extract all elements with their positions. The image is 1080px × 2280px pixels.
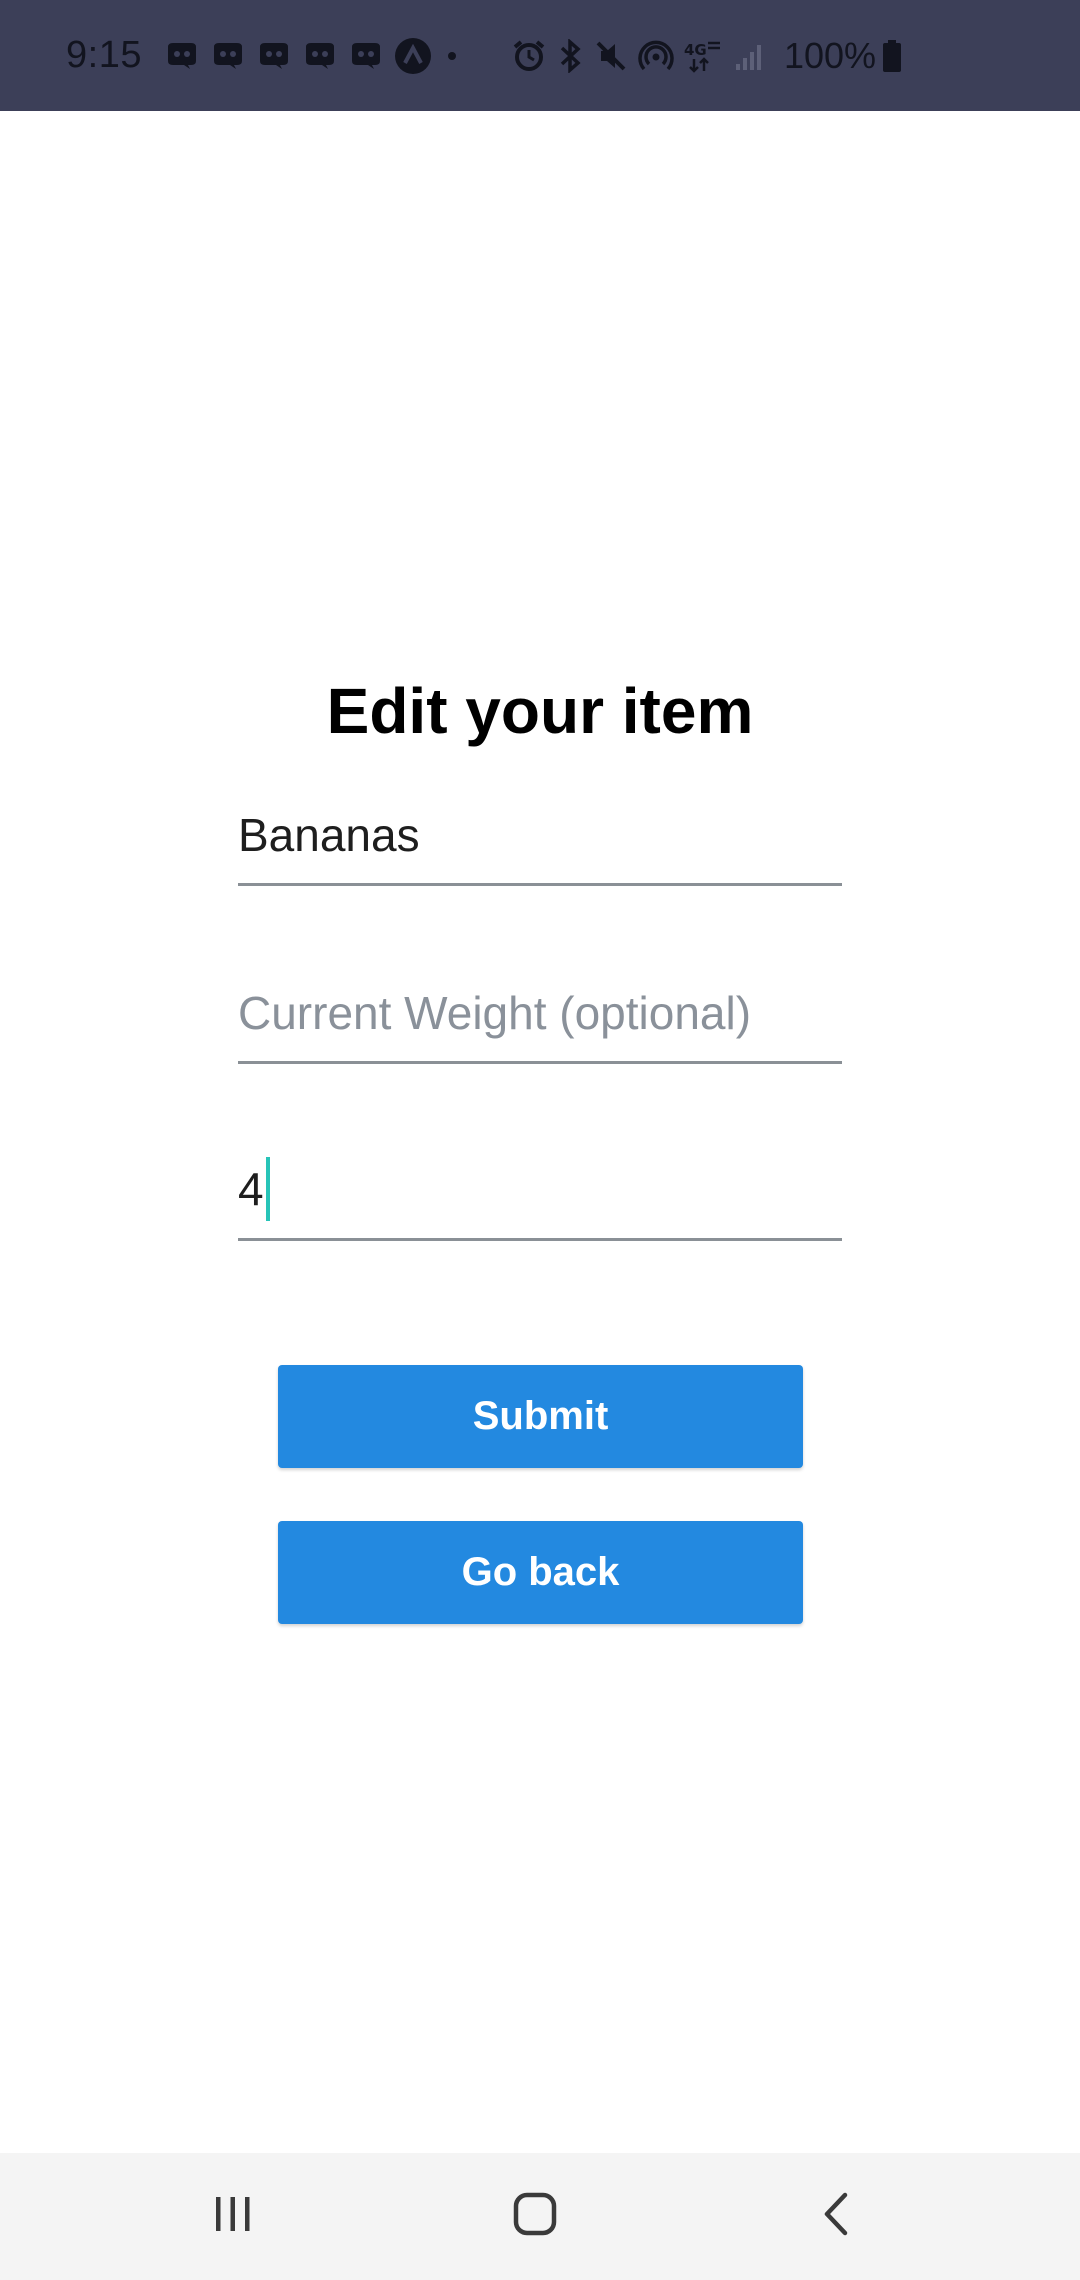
discord-icon bbox=[256, 41, 292, 71]
submit-button[interactable]: Submit bbox=[278, 1365, 803, 1468]
home-icon bbox=[512, 2191, 558, 2242]
notification-icons bbox=[164, 37, 472, 75]
bluetooth-icon bbox=[556, 38, 584, 73]
home-button[interactable] bbox=[455, 2153, 615, 2280]
quantity-value: 4 bbox=[238, 1163, 264, 1215]
back-button[interactable] bbox=[757, 2153, 917, 2280]
lte-4g-icon: 4G bbox=[684, 39, 724, 73]
text-caret bbox=[265, 1157, 270, 1221]
battery-icon bbox=[882, 39, 902, 73]
discord-icon bbox=[348, 41, 384, 71]
discord-icon bbox=[302, 41, 338, 71]
recents-icon bbox=[210, 2193, 256, 2240]
system-icons: 4G 100% bbox=[512, 35, 912, 77]
page-title: Edit your item bbox=[326, 675, 754, 747]
go-back-button[interactable]: Go back bbox=[278, 1521, 803, 1624]
alarm-icon bbox=[512, 39, 546, 73]
svg-text:4G: 4G bbox=[684, 41, 707, 59]
status-bar: 9:15 4G 100% bbox=[0, 0, 1080, 111]
quantity-input[interactable]: 4 bbox=[238, 1155, 842, 1241]
signal-icon bbox=[734, 40, 766, 72]
item-name-input[interactable] bbox=[238, 800, 842, 886]
current-weight-input[interactable] bbox=[238, 978, 842, 1064]
dot-icon bbox=[442, 46, 462, 66]
battery-percent: 100% bbox=[783, 34, 877, 76]
arc-app-icon bbox=[394, 37, 432, 75]
hotspot-icon bbox=[638, 39, 674, 73]
mute-icon bbox=[594, 39, 628, 73]
recents-button[interactable] bbox=[153, 2153, 313, 2280]
status-time: 9:15 bbox=[66, 34, 142, 76]
back-icon bbox=[817, 2191, 857, 2242]
discord-icon bbox=[210, 41, 246, 71]
discord-icon bbox=[164, 41, 200, 71]
navigation-bar bbox=[0, 2153, 1080, 2280]
